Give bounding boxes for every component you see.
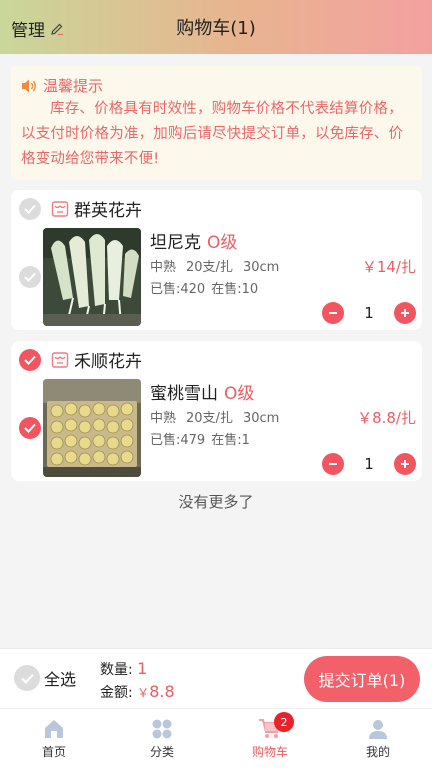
checkmark-icon [24, 204, 36, 214]
select-all-toggle[interactable]: 全选 [14, 665, 76, 691]
grade-label: O级 [224, 384, 255, 404]
product-spec: 中熟 20支/扎 30cm [150, 260, 280, 275]
cart-badge: 2 [274, 712, 294, 732]
tab-cart[interactable]: 2 购物车 [216, 709, 324, 768]
product-image[interactable] [43, 379, 141, 477]
shop-header: 群英花卉 [19, 196, 142, 221]
checkmark-icon [24, 423, 36, 433]
plus-icon [400, 309, 409, 317]
notice-title: 温馨提示 [43, 77, 104, 95]
shop-header: 禾顺花卉 [19, 347, 142, 372]
product-name[interactable]: 坦尼克 O级 [150, 228, 237, 253]
quantity-value[interactable]: 1 [364, 304, 374, 322]
category-icon [152, 719, 172, 739]
product-name[interactable]: 蜜桃雪山 O级 [150, 379, 254, 404]
shop-name[interactable]: 禾顺花卉 [74, 347, 142, 372]
home-icon [45, 720, 63, 738]
manage-button[interactable]: 管理 [11, 16, 64, 41]
tab-profile[interactable]: 我的 [324, 709, 432, 768]
amount-summary: 金额: ￥8.8 [100, 682, 175, 701]
store-icon [51, 200, 69, 217]
submit-order-button[interactable]: 提交订单(1) [304, 656, 420, 702]
quantity-value[interactable]: 1 [364, 455, 374, 473]
no-more-text: 没有更多了 [178, 493, 254, 511]
item-checkbox[interactable] [19, 417, 41, 439]
tab-home[interactable]: 首页 [0, 709, 108, 768]
increase-button[interactable] [393, 453, 416, 475]
select-all-checkbox[interactable] [14, 665, 40, 691]
product-price: ￥8.8/扎 [357, 409, 416, 427]
shop-card: 禾顺花卉 蜜桃雪山 O级 中熟 20支/扎 30cm ￥8.8/扎 已售:479 在售:… [11, 341, 422, 481]
manage-label: 管理 [11, 21, 45, 41]
select-all-label: 全选 [44, 670, 77, 689]
increase-button[interactable] [393, 302, 416, 324]
product-sales: 已售:420 在售:10 [150, 282, 259, 297]
notice-panel: 温馨提示 库存、价格具有时效性，购物车价格不代表结算价格，以支付时价格为准，加购… [11, 66, 422, 180]
edit-icon [51, 23, 63, 35]
minus-icon [329, 312, 337, 314]
total-quantity: 1 [137, 659, 148, 678]
shop-name[interactable]: 群英花卉 [74, 196, 142, 221]
checkmark-icon [24, 355, 36, 365]
checkmark-icon [20, 673, 34, 684]
product-image[interactable] [43, 228, 141, 326]
quantity-stepper: 1 [322, 301, 416, 325]
shop-checkbox[interactable] [19, 348, 41, 371]
item-checkbox[interactable] [19, 266, 41, 288]
checkout-bar: 全选 数量: 1 金额: ￥8.8 提交订单(1) [0, 648, 432, 708]
speaker-icon [22, 79, 36, 92]
quantity-stepper: 1 [322, 452, 416, 476]
store-icon [51, 351, 69, 368]
grade-label: O级 [207, 233, 238, 253]
decrease-button[interactable] [322, 453, 344, 475]
product-sales: 已售:479 在售:1 [150, 433, 250, 448]
product-price: ￥14/扎 [361, 258, 416, 276]
order-summary: 数量: 1 金额: ￥8.8 [100, 658, 175, 704]
page-title: 购物车(1) [176, 18, 256, 39]
notice-text: 库存、价格具有时效性，购物车价格不代表结算价格，以支付时价格为准，加购后请尽快提… [21, 101, 404, 167]
minus-icon [329, 463, 337, 465]
quantity-summary: 数量: 1 [100, 659, 148, 678]
shop-checkbox[interactable] [19, 197, 41, 220]
shop-card: 群英花卉 坦尼克 O级 中熟 20支/扎 30cm ￥14/扎 已售:420 在售:10… [11, 190, 422, 330]
bottom-tabbar: 首页 分类 2 购物车 我的 [0, 708, 432, 768]
product-spec: 中熟 20支/扎 30cm [150, 411, 280, 426]
profile-icon [369, 720, 387, 739]
top-header: 管理 购物车(1) [0, 0, 432, 54]
plus-icon [400, 460, 409, 468]
tab-category[interactable]: 分类 [108, 709, 216, 768]
total-amount: 8.8 [149, 682, 175, 701]
decrease-button[interactable] [322, 302, 344, 324]
checkmark-icon [24, 272, 36, 282]
